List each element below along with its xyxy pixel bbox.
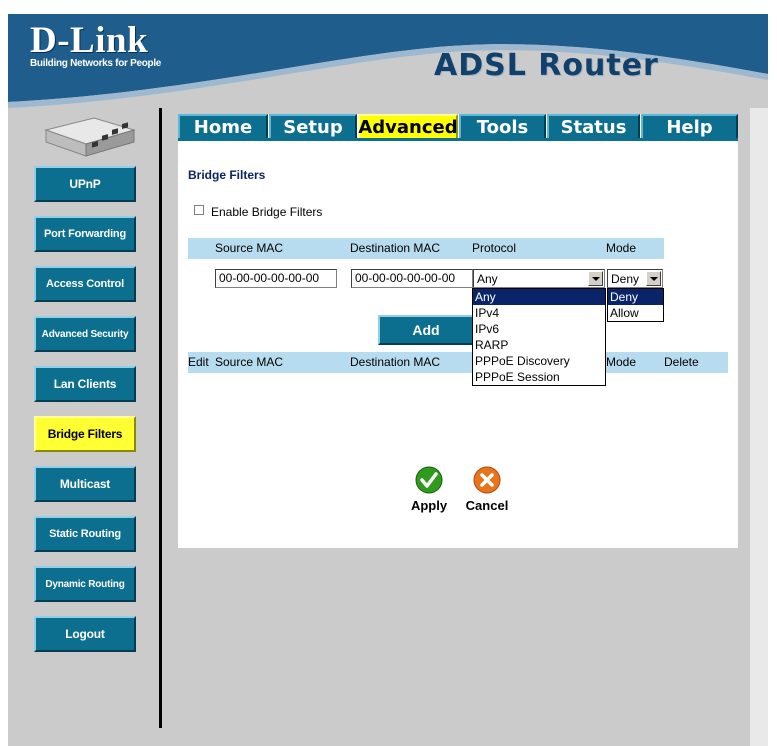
chevron-down-icon[interactable] [646, 271, 661, 286]
header-source-mac: Source MAC [215, 241, 284, 255]
sidebar-item-bridge-filters[interactable]: Bridge Filters [34, 416, 136, 452]
page-title: Bridge Filters [188, 168, 266, 182]
tab-tools[interactable]: Tools [459, 114, 546, 138]
form-header-row: Source MAC Destination MAC Protocol Mode [188, 238, 664, 259]
sidebar-item-port-forwarding[interactable]: Port Forwarding [34, 216, 136, 252]
protocol-select[interactable]: Any [473, 269, 605, 288]
protocol-option[interactable]: IPv6 [473, 321, 605, 337]
router-device-image [44, 117, 136, 157]
mode-selected-value: Deny [611, 272, 640, 286]
protocol-option[interactable]: PPPoE Session [473, 369, 605, 385]
protocol-option[interactable]: Any [473, 289, 605, 305]
list-header-edit: Edit [188, 355, 209, 369]
list-header-delete: Delete [664, 355, 699, 369]
cancel-label: Cancel [465, 498, 509, 513]
list-header-row: Edit Source MAC Destination MAC Mode Del… [188, 352, 728, 373]
sidebar-item-lan-clients[interactable]: Lan Clients [34, 366, 136, 402]
enable-bridge-filters-label: Enable Bridge Filters [211, 205, 323, 219]
apply-label: Apply [410, 498, 448, 513]
sidebar-item-multicast[interactable]: Multicast [34, 466, 136, 502]
tab-advanced[interactable]: Advanced [358, 114, 458, 138]
apply-button[interactable]: Apply [404, 466, 454, 513]
tab-status[interactable]: Status [547, 114, 640, 138]
header-destination-mac: Destination MAC [350, 241, 441, 255]
content-panel: Home Setup Advanced Tools Status Help Br… [178, 114, 738, 548]
sidebar-item-dynamic-routing[interactable]: Dynamic Routing [34, 566, 136, 602]
close-icon [473, 466, 501, 494]
enable-bridge-filters-checkbox[interactable] [194, 205, 204, 215]
sidebar-divider [159, 108, 162, 728]
destination-mac-input[interactable]: 00-00-00-00-00-00 [351, 269, 473, 288]
protocol-dropdown-list: Any IPv4 IPv6 RARP PPPoE Discovery PPPoE… [472, 288, 606, 386]
tab-help[interactable]: Help [641, 114, 738, 138]
header-mode: Mode [606, 241, 637, 255]
chevron-down-icon[interactable] [588, 271, 603, 286]
tab-setup[interactable]: Setup [269, 114, 357, 138]
sidebar-item-upnp[interactable]: UPnP [34, 166, 136, 202]
mode-option[interactable]: Allow [608, 305, 663, 321]
dlink-logo: D-Link Building Networks for People [30, 20, 162, 69]
protocol-option[interactable]: PPPoE Discovery [473, 353, 605, 369]
sidebar-item-logout[interactable]: Logout [34, 616, 136, 652]
mode-dropdown-list: Deny Allow [607, 288, 664, 322]
brand-name: D-Link [30, 20, 149, 61]
list-header-source-mac: Source MAC [215, 355, 284, 369]
add-button[interactable]: Add [378, 315, 474, 345]
sidebar-item-static-routing[interactable]: Static Routing [34, 516, 136, 552]
source-mac-input[interactable]: 00-00-00-00-00-00 [215, 269, 337, 288]
mode-select[interactable]: Deny [607, 269, 663, 288]
sidebar-item-access-control[interactable]: Access Control [34, 266, 136, 302]
header-protocol: Protocol [472, 241, 517, 255]
mode-option[interactable]: Deny [608, 289, 663, 305]
protocol-selected-value: Any [477, 272, 498, 286]
page-frame: D-Link Building Networks for People ADSL… [8, 14, 768, 746]
protocol-option[interactable]: IPv4 [473, 305, 605, 321]
cancel-button[interactable]: Cancel [461, 466, 513, 513]
tab-underline [178, 138, 738, 141]
list-header-mode: Mode [606, 355, 637, 369]
right-edge [750, 108, 768, 746]
tab-home[interactable]: Home [178, 114, 268, 138]
product-title: ADSL Router [434, 48, 659, 83]
list-header-destination-mac: Destination MAC [350, 355, 441, 369]
sidebar-item-advanced-security[interactable]: Advanced Security [34, 316, 136, 352]
brand-tagline: Building Networks for People [30, 58, 162, 69]
protocol-option[interactable]: RARP [473, 337, 605, 353]
checkmark-icon [415, 466, 443, 494]
